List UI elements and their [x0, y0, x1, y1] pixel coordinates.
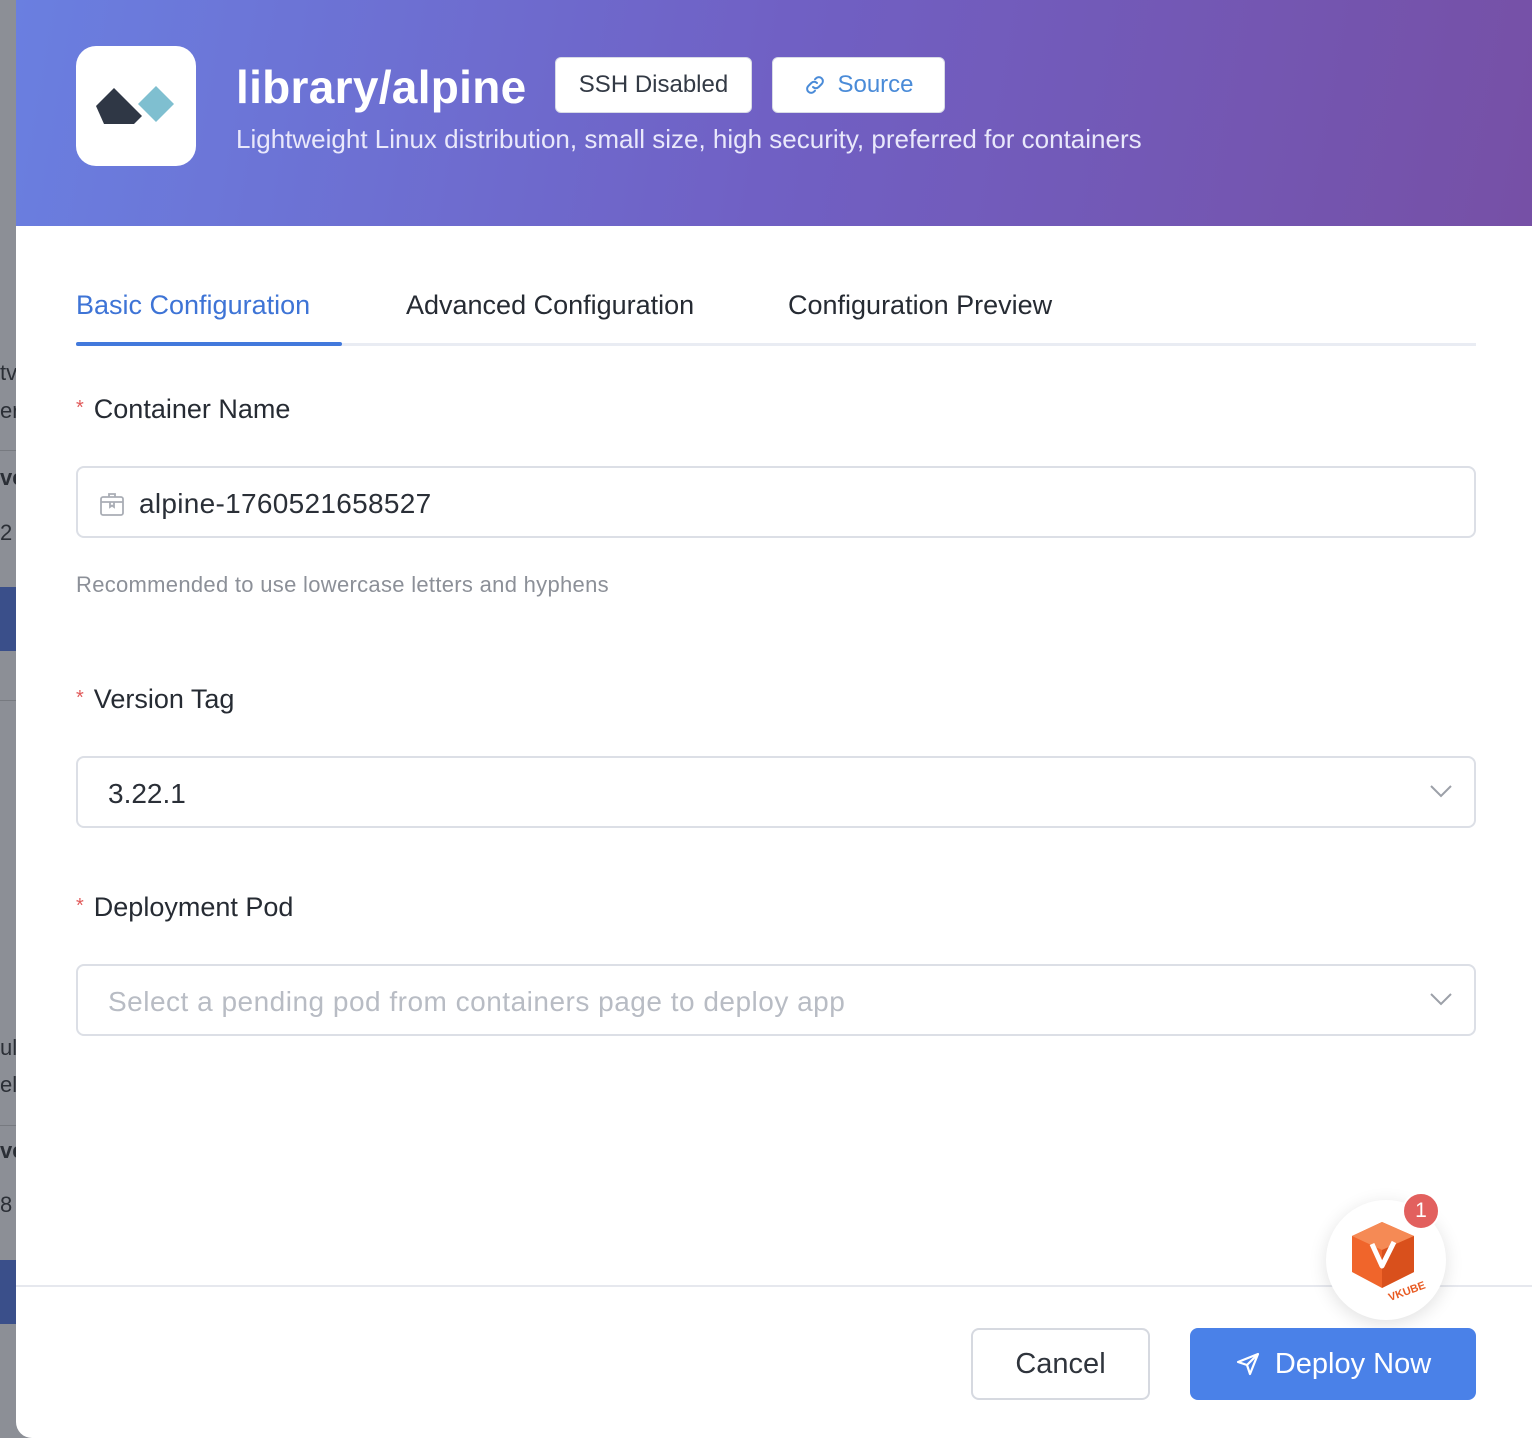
modal-header: library/alpine SSH Disabled Source Light…: [16, 0, 1532, 226]
ssh-status-badge: SSH Disabled: [555, 57, 752, 113]
container-name-value: alpine-1760521658527: [139, 488, 432, 519]
tab-configuration-preview[interactable]: Configuration Preview: [788, 290, 1052, 321]
container-name-label: * Container Name: [76, 394, 290, 425]
required-mark: *: [76, 895, 84, 917]
background-text: tv: [0, 360, 18, 385]
version-tag-value: 3.22.1: [108, 778, 186, 809]
deployment-pod-label: * Deployment Pod: [76, 892, 293, 923]
deploy-now-button[interactable]: Deploy Now: [1190, 1328, 1476, 1400]
footer-divider: [16, 1285, 1532, 1287]
background-text: 8: [0, 1192, 13, 1217]
alpine-logo-icon: [96, 86, 174, 124]
required-mark: *: [76, 687, 84, 709]
notification-badge: 1: [1402, 1192, 1440, 1230]
version-tag-select[interactable]: 3.22.1: [76, 756, 1476, 828]
container-name-hint: Recommended to use lowercase letters and…: [76, 572, 609, 597]
deployment-pod-placeholder: Select a pending pod from containers pag…: [108, 986, 846, 1017]
container-name-input[interactable]: alpine-1760521658527: [76, 466, 1476, 538]
app-title: library/alpine: [236, 61, 527, 113]
cancel-button[interactable]: Cancel: [971, 1328, 1150, 1400]
required-mark: *: [76, 397, 84, 419]
link-icon: [806, 76, 825, 94]
active-tab-indicator: [76, 342, 342, 346]
chevron-down-icon: [1430, 993, 1452, 1006]
vkube-logo-text: VKUBE: [1387, 1280, 1426, 1302]
send-icon: [1236, 1352, 1259, 1376]
deploy-app-modal: library/alpine SSH Disabled Source Light…: [16, 0, 1532, 1438]
source-link-button[interactable]: Source: [772, 57, 945, 113]
container-name-label-text: Container Name: [93, 394, 291, 424]
version-tag-label-text: Version Tag: [93, 684, 235, 714]
config-tabs: Basic Configuration Advanced Configurati…: [76, 280, 1476, 346]
background-text: ul: [0, 1035, 18, 1060]
chevron-down-icon: [1430, 785, 1452, 798]
package-icon: [98, 490, 126, 523]
tab-basic-configuration[interactable]: Basic Configuration: [76, 290, 310, 321]
deploy-now-label: Deploy Now: [1274, 1347, 1432, 1380]
deployment-pod-select[interactable]: Select a pending pod from containers pag…: [76, 964, 1476, 1036]
vkube-logo-icon: VKUBE: [1352, 1222, 1426, 1302]
tab-advanced-configuration[interactable]: Advanced Configuration: [406, 290, 694, 321]
source-link-label: Source: [837, 71, 914, 98]
deployment-pod-label-text: Deployment Pod: [93, 892, 294, 922]
app-description: Lightweight Linux distribution, small si…: [236, 124, 1142, 154]
background-text: el: [0, 1072, 18, 1097]
version-tag-label: * Version Tag: [76, 684, 234, 715]
background-text: 2: [0, 520, 13, 545]
app-logo: [76, 46, 196, 166]
